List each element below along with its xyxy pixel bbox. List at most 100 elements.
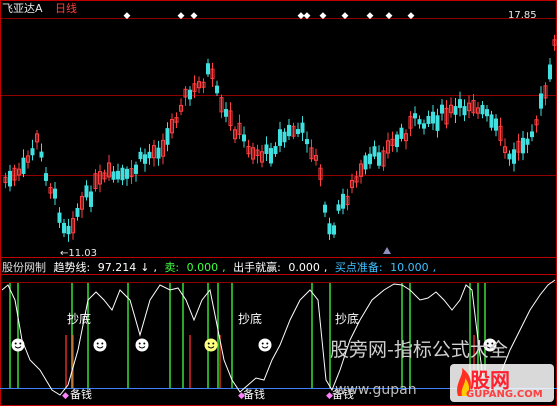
candle-body <box>66 225 71 235</box>
trend-arrow-icon: ↓ <box>140 261 150 274</box>
candle-body <box>480 104 485 115</box>
candle-body <box>485 109 489 117</box>
trend-label: 趋势线: <box>53 261 91 274</box>
candle-body <box>165 128 170 145</box>
candle-body <box>53 188 57 199</box>
chaodi-label: 抄底 <box>335 312 360 326</box>
candle-body <box>75 207 80 217</box>
exit-label: 出手就赢: <box>233 261 281 274</box>
candle-body <box>332 225 336 235</box>
candle-body <box>539 93 543 109</box>
smiley-face-icon <box>11 338 25 352</box>
candle-body <box>296 129 300 135</box>
candle-body <box>215 85 219 94</box>
candle-body <box>134 164 138 174</box>
candle-body <box>372 146 377 157</box>
candle-body <box>462 106 467 116</box>
indicator-bar: 股份网制 趋势线: 97.214 ↓, 卖: 0.000, 出手就赢: 0.000… <box>2 261 437 274</box>
diamond-marker-icon: ◆ <box>408 11 415 21</box>
beiqian-label: 备钱 <box>243 388 265 401</box>
candle-body <box>39 151 44 158</box>
period-label[interactable]: 日线 <box>55 2 77 15</box>
candle-body <box>278 129 282 146</box>
candle-body <box>395 134 399 148</box>
chaodi-label: 抄底 <box>67 312 92 326</box>
candle-body <box>264 144 269 154</box>
price-min-value: 11.03 <box>68 248 98 259</box>
candle-body <box>368 153 372 165</box>
candle-body <box>62 222 66 234</box>
candle-body <box>89 191 93 207</box>
candle-body <box>507 153 512 160</box>
sell-value: 0.000 <box>186 261 219 274</box>
candle-body <box>273 146 278 155</box>
candle-body <box>156 147 161 159</box>
candle-body <box>206 63 210 75</box>
candle-body <box>336 204 341 211</box>
diamond-marker-icon: ◆ <box>386 11 393 21</box>
chaodi-label: 抄底 <box>238 312 263 326</box>
diamond-marker-icon: ◆ <box>124 11 131 21</box>
stock-chart-window: ◆ ◆ ◆ ◆ ◆ ◆ ◆ ◆ ◆ ◆ ◆ ◆ ◆ 飞亚达A 日线 17.85 ←11.03 股份网制 … <box>0 0 557 406</box>
candle-body <box>327 223 332 235</box>
watermark-title: 股旁网-指标公式大全 <box>330 339 508 361</box>
candle-body <box>125 168 129 179</box>
candle-body <box>120 167 125 181</box>
candle-body <box>21 157 26 174</box>
candle-body <box>147 151 152 159</box>
diamond-marker-icon: ◆ <box>367 11 374 21</box>
candle-body <box>413 113 417 119</box>
buy-ready-value: 10.000 <box>390 261 429 274</box>
trend-value: 97.214 <box>97 261 137 274</box>
candle-body <box>138 151 143 160</box>
candle-body <box>282 131 287 143</box>
triangle-marker-icon <box>383 247 391 254</box>
candle-body <box>431 111 435 124</box>
candle-body <box>521 137 525 154</box>
diamond-marker-icon: ◆ <box>178 11 185 21</box>
candle-body <box>8 170 12 187</box>
candle-body <box>422 123 426 129</box>
candle-body <box>242 134 246 142</box>
price-min-label: ←11.03 <box>60 248 98 259</box>
candle-body <box>300 122 305 133</box>
smiley-face-icon <box>93 338 107 352</box>
candle-body <box>84 185 89 198</box>
sell-label: 卖: <box>164 261 180 274</box>
stock-name: 飞亚达A <box>2 2 43 15</box>
watermark-url: www.gupan <box>335 382 417 398</box>
candle-body <box>224 109 228 117</box>
price-max-label: 17.85 <box>508 10 537 21</box>
candle-body <box>525 138 530 145</box>
diamond-marker-icon: ◆ <box>191 11 198 21</box>
candle-body <box>489 114 494 128</box>
candle-body <box>458 99 462 108</box>
diamond-marker-icon: ◆ <box>304 11 311 21</box>
smiley-face-icon <box>204 338 218 352</box>
candle-body <box>377 152 381 166</box>
diamond-marker-icon: ◆ <box>342 11 349 21</box>
candle-body <box>57 212 62 223</box>
candle-body <box>111 171 116 180</box>
candle-body <box>341 193 345 209</box>
candle-body <box>116 170 120 180</box>
diamond-marker-icon: ◆ <box>62 391 69 401</box>
candle-body <box>30 148 35 156</box>
candle-body <box>305 139 309 145</box>
indicator-name[interactable]: 股份网制 <box>2 261 46 274</box>
candle-body <box>530 131 534 138</box>
beiqian-label: 备钱 <box>70 388 92 401</box>
candle-body <box>363 155 368 170</box>
candle-body <box>44 173 48 181</box>
candle-body <box>440 104 444 114</box>
candle-body <box>399 127 404 139</box>
exit-value: 0.000 <box>288 261 320 274</box>
candle-body <box>453 106 458 115</box>
logo-url: GUPANG.COM <box>466 389 543 400</box>
candle-body <box>143 154 147 164</box>
candle-body <box>494 118 498 131</box>
candle-body <box>269 148 273 164</box>
candle-body <box>323 204 327 213</box>
candle-body <box>287 124 291 137</box>
candle-body <box>417 119 422 125</box>
